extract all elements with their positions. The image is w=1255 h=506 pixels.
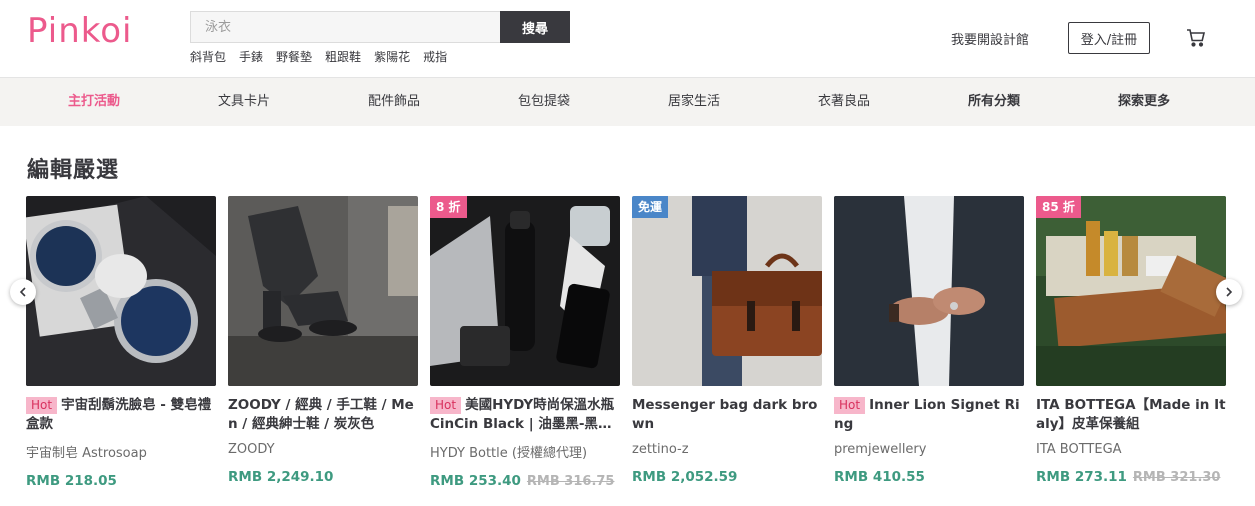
nav-item-all-categories[interactable]: 所有分類 xyxy=(968,78,1020,126)
product-image[interactable]: 免運 xyxy=(632,196,822,386)
carousel-prev-button[interactable] xyxy=(10,279,36,305)
search-input[interactable] xyxy=(190,11,500,43)
nav-item-home[interactable]: 居家生活 xyxy=(668,78,720,126)
price: RMB 253.40 xyxy=(430,473,521,489)
shop-name[interactable]: premjewellery xyxy=(834,442,1024,457)
open-shop-link[interactable]: 我要開設計館 xyxy=(951,29,1029,48)
price: RMB 410.55 xyxy=(834,469,925,485)
product-title[interactable]: Hot美國HYDY時尚保溫水瓶 CinCin Black | 油墨黑-黑瓶身 xyxy=(430,396,620,434)
hot-tag: Hot xyxy=(26,397,58,414)
hot-word-link[interactable]: 紫陽花 xyxy=(374,48,410,65)
nav-item-featured[interactable]: 主打活動 xyxy=(68,78,120,126)
product-image[interactable] xyxy=(834,196,1024,386)
product-card[interactable]: ZOODY / 經典 / 手工鞋 / Men / 經典紳士鞋 / 炭灰色 ZOO… xyxy=(228,196,418,485)
product-card[interactable]: 85 折 ITA BOTTEGA【Made in Italy】皮革保養組 ITA… xyxy=(1036,196,1226,485)
product-card[interactable]: Hot Inner Lion Signet Ring premjewellery … xyxy=(834,196,1024,485)
pinkoi-logo[interactable]: Pinkoi xyxy=(27,8,132,54)
original-price: RMB 316.75 xyxy=(526,474,615,489)
shop-name[interactable]: 宇宙制皂 Astrosoap xyxy=(26,442,216,461)
discount-badge: 85 折 xyxy=(1036,196,1081,218)
hot-word-link[interactable]: 戒指 xyxy=(423,48,447,65)
shop-name[interactable]: HYDY Bottle (授權總代理) xyxy=(430,442,620,461)
search-bar: 搜尋 xyxy=(190,11,570,43)
category-nav: 主打活動 文具卡片 配件飾品 包包提袋 居家生活 衣著良品 所有分類 探索更多 xyxy=(0,78,1255,126)
price-row: RMB 218.05 xyxy=(26,473,216,489)
original-price: RMB 321.30 xyxy=(1132,470,1221,485)
product-image[interactable]: 8 折 xyxy=(430,196,620,386)
hot-word-link[interactable]: 斜背包 xyxy=(190,48,226,65)
price-row: RMB 410.55 xyxy=(834,469,1024,485)
product-title[interactable]: ZOODY / 經典 / 手工鞋 / Men / 經典紳士鞋 / 炭灰色 xyxy=(228,396,418,434)
product-image[interactable] xyxy=(228,196,418,386)
price: RMB 273.11 xyxy=(1036,469,1127,485)
nav-item-explore-more[interactable]: 探索更多 xyxy=(1118,78,1170,126)
nav-item-apparel[interactable]: 衣著良品 xyxy=(818,78,870,126)
product-card[interactable]: 8 折 Hot 美國HYDY時尚保溫水瓶 CinCin Black | 油墨黑-黑… xyxy=(430,196,620,489)
nav-item-stationery[interactable]: 文具卡片 xyxy=(218,78,270,126)
product-image[interactable]: 85 折 xyxy=(1036,196,1226,386)
shop-name[interactable]: ZOODY xyxy=(228,442,418,457)
price-row: RMB 2,052.59 xyxy=(632,469,822,485)
hot-word-link[interactable]: 粗跟鞋 xyxy=(325,48,361,65)
hot-word-link[interactable]: 野餐墊 xyxy=(276,48,312,65)
shop-name[interactable]: ITA BOTTEGA xyxy=(1036,442,1226,457)
price-row: RMB 273.11 RMB 321.30 xyxy=(1036,469,1226,485)
price: RMB 218.05 xyxy=(26,473,117,489)
cart-icon[interactable] xyxy=(1186,28,1206,48)
product-card[interactable]: 免運 Messenger bag dark brown zettino-z RM… xyxy=(632,196,822,485)
product-title[interactable]: Messenger bag dark brown xyxy=(632,396,822,434)
hot-tag: Hot xyxy=(834,397,866,414)
price: RMB 2,052.59 xyxy=(632,469,738,485)
product-title[interactable]: Hot 宇宙刮鬍洗臉皂 - 雙皂禮盒款 xyxy=(26,396,216,434)
shop-name[interactable]: zettino-z xyxy=(632,442,822,457)
search-button[interactable]: 搜尋 xyxy=(500,11,570,43)
free-shipping-badge: 免運 xyxy=(632,196,669,218)
price-row: RMB 2,249.10 xyxy=(228,469,418,485)
chevron-left-icon xyxy=(19,287,26,297)
hot-tag: Hot xyxy=(430,397,462,414)
product-card[interactable]: Hot 宇宙刮鬍洗臉皂 - 雙皂禮盒款 宇宙制皂 Astrosoap RMB 21… xyxy=(26,196,216,489)
discount-badge: 8 折 xyxy=(430,196,467,218)
login-register-button[interactable]: 登入/註冊 xyxy=(1068,22,1150,54)
logo-text: Pinkoi xyxy=(27,11,133,51)
header: Pinkoi 搜尋 斜背包 手錶 野餐墊 粗跟鞋 紫陽花 戒指 我要開設計館 登… xyxy=(0,0,1255,78)
nav-item-accessories[interactable]: 配件飾品 xyxy=(368,78,420,126)
chevron-right-icon xyxy=(1226,287,1233,297)
carousel-next-button[interactable] xyxy=(1216,279,1242,305)
price-row: RMB 253.40 RMB 316.75 xyxy=(430,473,620,489)
hot-search-words: 斜背包 手錶 野餐墊 粗跟鞋 紫陽花 戒指 xyxy=(190,48,447,65)
price: RMB 2,249.10 xyxy=(228,469,334,485)
hot-word-link[interactable]: 手錶 xyxy=(239,48,263,65)
product-image[interactable] xyxy=(26,196,216,386)
product-title[interactable]: Hot Inner Lion Signet Ring xyxy=(834,396,1024,434)
nav-item-bags[interactable]: 包包提袋 xyxy=(518,78,570,126)
section-title: 編輯嚴選 xyxy=(27,158,120,183)
product-title[interactable]: ITA BOTTEGA【Made in Italy】皮革保養組 xyxy=(1036,396,1226,434)
